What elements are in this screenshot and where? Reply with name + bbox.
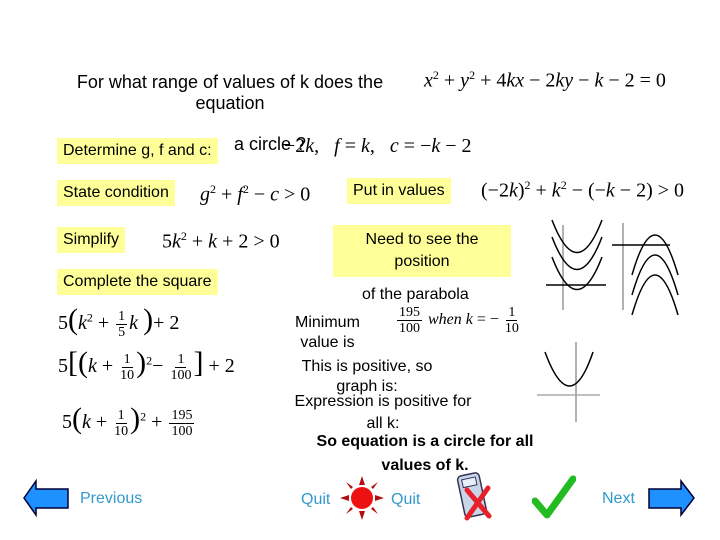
question-text: For what range of values of k does the e…	[40, 72, 420, 114]
calculator-not-allowed[interactable]	[455, 470, 495, 529]
positive-line-1: This is positive, so	[301, 358, 433, 375]
simplify-math: 5k2 + k + 2 > 0	[162, 229, 280, 253]
complete-square-label: Complete the square	[57, 269, 218, 295]
put-in-values-label: Put in values	[347, 178, 451, 204]
determine-label: Determine g, f and c:	[57, 138, 218, 164]
quit-sun-icon	[340, 476, 384, 520]
complete-square-line-1: 5(k2 + 15k )+ 2	[58, 303, 180, 340]
correct-check[interactable]	[531, 475, 577, 524]
previous-link[interactable]: Previous	[80, 490, 142, 508]
simplify-label: Simplify	[57, 227, 126, 253]
minimum-line-1: Minimum	[295, 314, 360, 331]
expression-line-1: Expression is positive for	[294, 393, 472, 410]
complete-square-line-2: 5[(k + 1 10)2− 1 100] + 2	[58, 346, 235, 383]
parabola-curve	[544, 351, 594, 387]
quit-link-left[interactable]: Quit	[301, 491, 330, 509]
expression-positive-text: Expression is positive for all k:	[283, 391, 483, 435]
minimum-value-math: 195 100 when k = − 1 10	[397, 305, 519, 336]
conclusion-text: So equation is a circle for all values o…	[295, 430, 555, 478]
left-arrow-icon	[23, 478, 69, 518]
positive-parabola-graph	[537, 342, 600, 422]
quit-link-right[interactable]: Quit	[391, 491, 420, 509]
circle-equation: x2 + y2 + 4kx − 2ky − k − 2 = 0	[424, 68, 666, 92]
need-to-see-label: Need to see the position	[333, 225, 511, 277]
checkmark-icon	[531, 475, 577, 519]
parabola-positions-diagram	[546, 219, 679, 315]
minimum-line-2: value is	[300, 334, 355, 351]
upward-parabola-high	[551, 219, 603, 253]
need-line-1: Need to see the	[365, 231, 479, 248]
need-line-2: position	[394, 253, 450, 270]
question-line-1: For what range of values of k does the	[76, 72, 384, 92]
put-in-values-math: (−2k)2 + k2 − (−k − 2) > 0	[481, 178, 685, 202]
state-condition-label: State condition	[57, 180, 175, 206]
calculator-crossed-icon	[456, 472, 492, 521]
state-condition-math: g2 + f2 − c > 0	[200, 182, 311, 206]
next-link[interactable]: Next	[602, 490, 635, 508]
right-arrow-icon	[648, 478, 695, 518]
question-line-2: equation	[195, 93, 265, 113]
next-button[interactable]	[647, 478, 697, 523]
conclusion-line-2: values of k.	[381, 457, 469, 474]
determine-values: −2k, f = k, c = −k − 2	[284, 135, 472, 157]
minimum-value-text: Minimum value is	[295, 313, 360, 353]
previous-button[interactable]	[22, 478, 70, 523]
quit-button[interactable]	[340, 476, 384, 525]
parabola-text: of the parabola	[362, 286, 469, 303]
complete-square-line-3: 5(k + 1 10)2 + 195 100	[62, 402, 195, 439]
downward-parabola-low	[631, 274, 679, 315]
conclusion-line-1: So equation is a circle for all	[316, 433, 534, 450]
